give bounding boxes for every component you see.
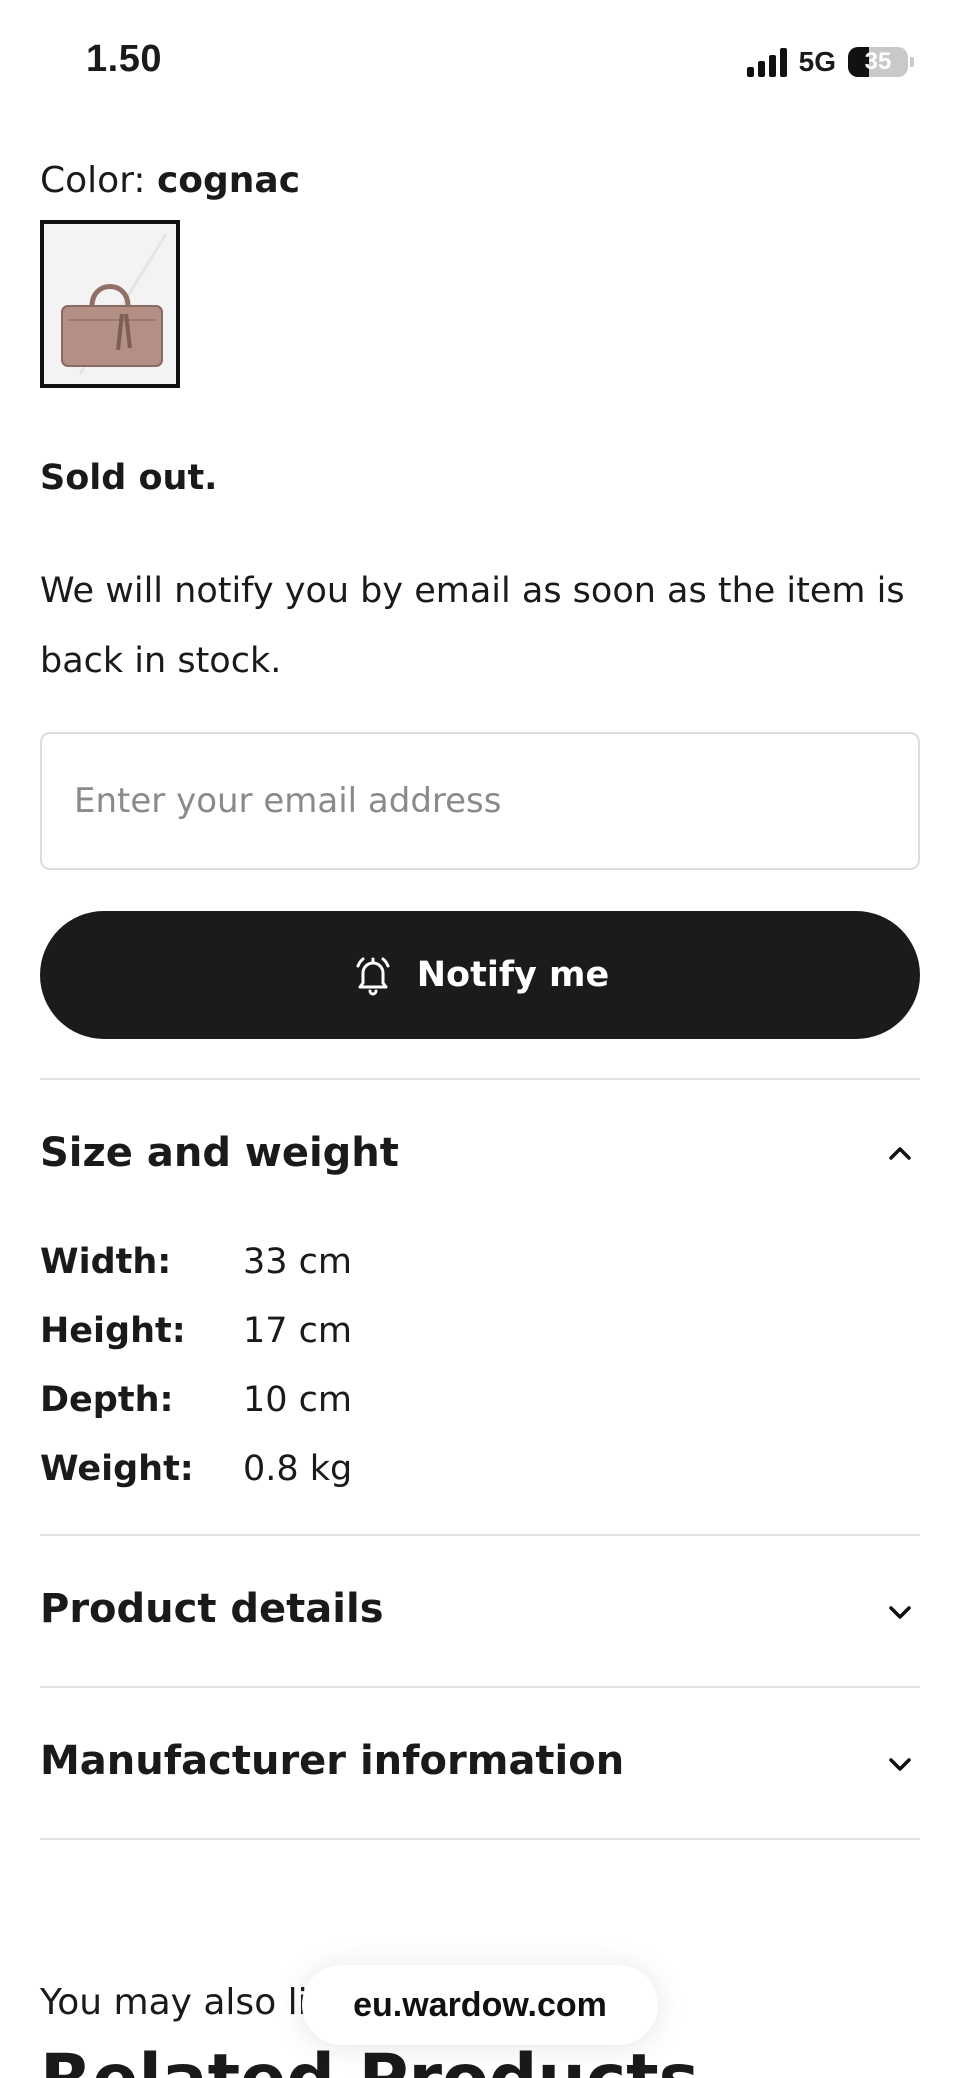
product-details-title[interactable]: Product details [40, 1586, 384, 1632]
color-value: cognac [156, 160, 301, 201]
status-bar: 1.50 5G 35 [0, 0, 960, 120]
chevron-down-icon[interactable] [884, 1748, 916, 1780]
status-indicators: 5G 35 [746, 42, 914, 82]
you-may-also-like-label: You may also lik [40, 1982, 329, 2023]
color-swatch-cognac[interactable] [40, 220, 180, 388]
spec-value: 33 cm [243, 1242, 352, 1282]
restock-message: We will notify you by email as soon as t… [40, 571, 905, 681]
bell-icon [356, 957, 390, 996]
signal-strength-icon [746, 47, 787, 77]
spec-label: Height: [40, 1311, 186, 1351]
spec-label: Depth: [40, 1380, 174, 1420]
status-time: 1.50 [86, 38, 162, 80]
size-weight-title[interactable]: Size and weight [40, 1130, 399, 1176]
battery-tip [910, 57, 914, 67]
browser-url-pill[interactable]: eu.wardow.com [302, 1965, 658, 2045]
product-page: 1.50 5G 35 Color: cognac Sold out. We wi… [0, 0, 960, 2078]
email-input[interactable] [40, 732, 920, 870]
divider [40, 1838, 920, 1840]
related-products-heading: Related Products [40, 2040, 699, 2078]
spec-label: Width: [40, 1242, 172, 1282]
spec-value: 17 cm [243, 1311, 352, 1351]
spec-label: Weight: [40, 1449, 194, 1489]
notify-me-label: Notify me [416, 955, 610, 995]
divider [40, 1686, 920, 1688]
manufacturer-info-title[interactable]: Manufacturer information [40, 1738, 624, 1784]
battery-percent: 35 [864, 48, 892, 75]
network-type: 5G [798, 46, 836, 77]
spec-value: 10 cm [243, 1380, 352, 1420]
divider [40, 1078, 920, 1080]
spec-value: 0.8 kg [243, 1449, 353, 1489]
url-text: eu.wardow.com [353, 1985, 607, 2024]
chevron-up-icon[interactable] [884, 1138, 916, 1170]
color-label: Color: [40, 160, 146, 201]
sold-out-label: Sold out. [40, 458, 218, 498]
battery-icon: 35 [848, 47, 908, 77]
handbag-thumbnail-icon [44, 224, 176, 384]
color-line: Color: cognac [40, 160, 300, 201]
chevron-down-icon[interactable] [884, 1596, 916, 1628]
divider [40, 1534, 920, 1536]
notify-me-button[interactable]: Notify me [40, 911, 920, 1039]
